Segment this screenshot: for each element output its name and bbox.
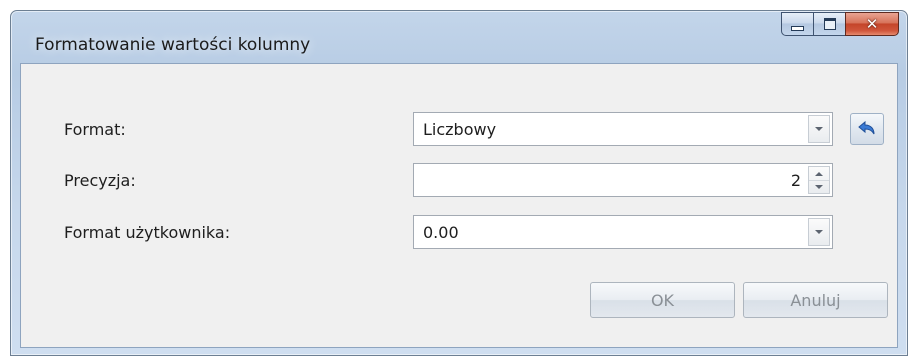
caption-buttons: ✕ [781,12,899,37]
user-format-value: 0.00 [423,223,459,242]
format-value: Liczbowy [423,120,497,139]
format-dropdown[interactable]: Liczbowy [413,112,833,146]
maximize-button[interactable] [813,12,845,36]
user-format-dropdown-button[interactable] [808,218,830,246]
cancel-button[interactable]: Anuluj [743,282,888,318]
ok-button[interactable]: OK [590,282,735,318]
close-icon: ✕ [865,14,879,33]
minimize-icon [791,25,804,31]
precision-value: 2 [790,171,801,190]
title-bar[interactable]: Formatowanie wartości kolumny ✕ [11,11,907,63]
dialog-body: Format: Liczbowy Precyzja: 2 Format użyt… [20,63,898,348]
minimize-button[interactable] [781,12,813,36]
precision-spin-buttons [808,166,830,194]
chevron-down-icon [815,230,823,234]
maximize-icon [823,18,836,30]
decrement-button[interactable] [809,180,829,193]
user-format-label: Format użytkownika: [64,223,231,242]
user-format-dropdown[interactable]: 0.00 [413,215,833,249]
reset-format-button[interactable] [850,113,884,145]
close-button[interactable]: ✕ [845,12,899,36]
window-title: Formatowanie wartości kolumny [35,35,311,55]
undo-arrow-icon [858,120,875,135]
precision-label: Precyzja: [64,171,136,190]
dialog-window: Formatowanie wartości kolumny ✕ Format: … [10,10,908,356]
chevron-down-icon [815,127,823,131]
format-label: Format: [64,120,126,139]
increment-button[interactable] [809,167,829,181]
precision-stepper[interactable]: 2 [413,163,833,197]
arrow-up-icon [815,171,823,176]
format-dropdown-button[interactable] [808,115,830,143]
arrow-down-icon [815,184,823,189]
